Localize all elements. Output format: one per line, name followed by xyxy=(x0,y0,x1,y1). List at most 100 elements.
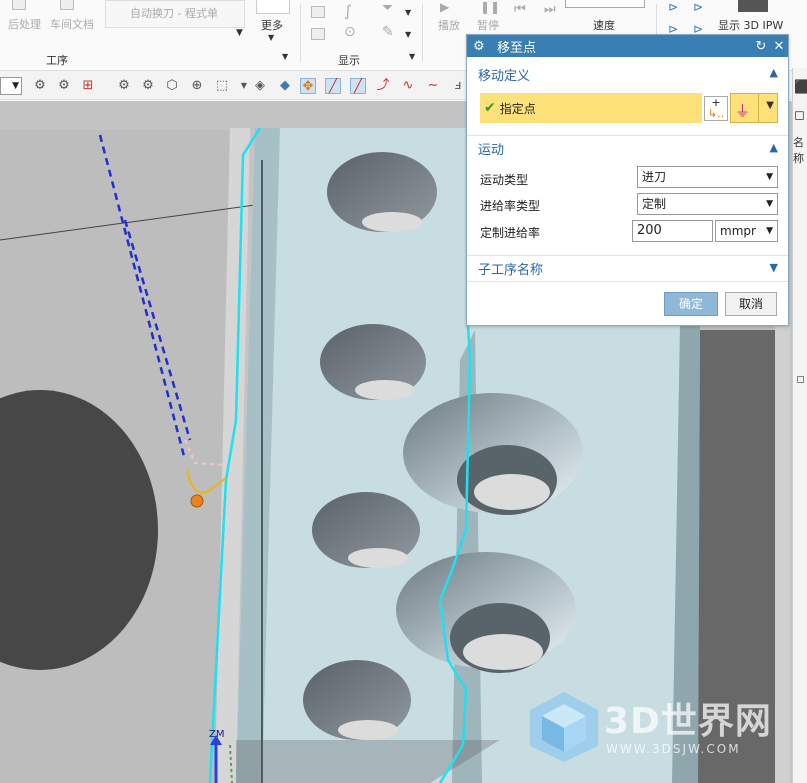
feed-rate-type-select[interactable]: 定制 ▼ xyxy=(637,193,778,215)
section-move-definition[interactable]: 移动定义 ▲ xyxy=(467,61,788,87)
auto-tool-change-label: 自动换刀 - 程式单 xyxy=(130,7,218,20)
dropdown-arrow-icon: ▼ xyxy=(766,226,773,236)
gear-icon[interactable]: ⚙ xyxy=(473,39,489,54)
display-tool-icon[interactable] xyxy=(311,6,325,18)
auto-tool-change-combo[interactable]: 自动换刀 - 程式单 xyxy=(105,0,245,28)
section-motion[interactable]: 运动 ▲ xyxy=(467,135,788,161)
hole xyxy=(327,152,437,232)
intersection-icon[interactable]: ∿ xyxy=(400,78,416,94)
ipw-icon[interactable] xyxy=(738,0,768,12)
point-icon[interactable]: ⊞ xyxy=(80,78,96,94)
filter-combo[interactable]: ▼ xyxy=(0,77,22,95)
dropdown-arrow-icon[interactable]: ▼ xyxy=(236,78,252,94)
endpoint-icon[interactable]: ╱ xyxy=(325,78,341,94)
cancel-button[interactable]: 取消 xyxy=(725,292,777,316)
watermark-url: WWW.3DSJW.COM xyxy=(606,742,741,756)
more-button[interactable]: 更多 xyxy=(261,17,283,33)
speed-label: 速度 xyxy=(593,19,615,32)
point-target-icon[interactable]: ⊙ xyxy=(344,24,356,40)
watermark-logo xyxy=(530,692,598,762)
polygon-icon[interactable]: ⬡ xyxy=(164,78,180,94)
feed-rate-type-value: 定制 xyxy=(642,197,667,211)
cube-icon[interactable]: ◆ xyxy=(277,78,293,94)
pause-button[interactable]: 暂停 xyxy=(477,17,499,33)
box-select-icon[interactable]: ⬚ xyxy=(214,78,230,94)
reset-icon[interactable]: ↻ xyxy=(752,39,770,54)
snap-icon[interactable]: ⚙ xyxy=(116,78,132,94)
group-expand-icon[interactable]: ▼ xyxy=(282,52,288,61)
section-title: 移动定义 xyxy=(478,68,531,84)
step-back-icon[interactable]: ⏮ xyxy=(514,2,526,17)
shop-doc-button[interactable]: 车间文档 xyxy=(50,16,94,32)
dropdown-arrow-icon: ▼ xyxy=(766,172,773,182)
hole xyxy=(303,660,411,740)
snap-icon[interactable]: ⚙ xyxy=(140,78,156,94)
snap-point-icon[interactable]: ✥ xyxy=(300,78,316,94)
point-type-dropdown[interactable]: ⏚ ▼ xyxy=(730,93,778,123)
move-to-point-dialog: ⚙ 移至点 ↻ ✕ 移动定义 ▲ ✔ 指定点 + ↳.. ⏚ ▼ 运动 ▲ 运动类… xyxy=(466,34,789,326)
play-icon[interactable]: ▶ xyxy=(440,0,449,14)
more-arrow-icon[interactable]: ▼ xyxy=(268,33,274,42)
specify-point-row[interactable]: ✔ 指定点 xyxy=(480,93,702,123)
shop-doc-icon[interactable] xyxy=(60,0,74,10)
point-type-icon: ⏚ xyxy=(735,102,751,120)
feed-unit-value: mmpr xyxy=(720,224,756,238)
snap-icon[interactable]: ⚙ xyxy=(56,78,72,94)
section-title: 子工序名称 xyxy=(478,263,544,278)
dropdown-arrow-icon[interactable]: ▼ xyxy=(405,8,411,17)
play-button[interactable]: 播放 xyxy=(438,17,460,33)
watermark: 3D世界网 WWW.3DSJW.COM xyxy=(528,690,788,770)
motion-type-value: 进刀 xyxy=(642,170,667,184)
right-panel-label: 名称 xyxy=(793,136,804,165)
close-icon[interactable]: ✕ xyxy=(770,39,788,54)
group-expand-icon[interactable]: ▼ xyxy=(409,52,415,61)
chevron-down-icon[interactable]: ▼ xyxy=(770,261,778,274)
feed-unit-select[interactable]: mmpr ▼ xyxy=(715,220,778,242)
section-sub-operation-name[interactable]: 子工序名称 ▼ xyxy=(467,255,788,281)
dialog-title: 移至点 xyxy=(497,40,537,56)
flag-icon[interactable]: ⊳ xyxy=(668,0,678,14)
curve-icon[interactable]: ∫ xyxy=(344,2,352,20)
chevron-up-icon[interactable]: ▲ xyxy=(770,141,778,154)
zm-axis-label: ZM xyxy=(209,729,225,740)
dialog-title-bar: ⚙ 移至点 ↻ ✕ xyxy=(467,35,788,57)
point-dialog-button[interactable]: + ↳.. xyxy=(704,96,728,121)
watermark-brand: 3D世界网 xyxy=(604,701,772,742)
midpoint-icon[interactable]: ╱ xyxy=(350,78,366,94)
view-icon[interactable]: ◈ xyxy=(252,78,268,94)
control-point-icon[interactable]: ⤴ xyxy=(375,78,391,94)
section-title: 运动 xyxy=(478,143,505,158)
group-display-label: 显示 xyxy=(338,54,360,67)
arc-center-icon[interactable]: ⅎ xyxy=(450,78,466,94)
panel-icon[interactable]: ⬛ xyxy=(794,80,807,95)
snap-icon[interactable]: ⊕ xyxy=(189,78,205,94)
funnel-icon[interactable]: ⏷ xyxy=(382,0,393,16)
pen-icon[interactable]: ✎ xyxy=(382,24,394,40)
step-forward-icon[interactable]: ⏭ xyxy=(544,2,556,17)
specified-point-marker[interactable] xyxy=(190,494,204,508)
dropdown-arrow-icon[interactable]: ▼ xyxy=(405,30,411,39)
custom-feed-rate-input[interactable]: 200 xyxy=(632,220,713,242)
pause-icon[interactable]: ❚❚ xyxy=(480,0,500,14)
motion-type-select[interactable]: 进刀 ▼ xyxy=(637,166,778,188)
custom-feed-rate-label: 定制进给率 xyxy=(480,226,541,240)
more-icon[interactable] xyxy=(256,0,290,14)
ok-button[interactable]: 确定 xyxy=(664,292,718,316)
panel-icon[interactable]: ◻ xyxy=(794,108,805,123)
show-3d-ipw-button[interactable]: 显示 3D IPW xyxy=(718,17,783,33)
post-process-button[interactable]: 后处理 xyxy=(8,16,41,32)
side-panel-strip[interactable]: ⬛ ◻ 名称 xyxy=(792,68,807,783)
flag-icon[interactable]: ⊳ xyxy=(693,0,703,14)
specify-point-label: 指定点 xyxy=(499,101,536,116)
chevron-up-icon[interactable]: ▲ xyxy=(770,66,778,79)
post-process-icon[interactable] xyxy=(12,0,26,10)
curve-point-icon[interactable]: ∼ xyxy=(425,78,441,94)
combo-arrow-icon[interactable]: ▼ xyxy=(236,28,243,38)
dropdown-arrow-icon[interactable]: ▼ xyxy=(766,100,774,111)
hole xyxy=(320,324,426,400)
snap-icon[interactable]: ⚙ xyxy=(32,78,48,94)
display-path-icon[interactable] xyxy=(311,28,325,40)
speed-slider[interactable] xyxy=(565,0,645,8)
check-icon: ✔ xyxy=(484,100,496,116)
collapse-icon[interactable] xyxy=(797,376,804,383)
